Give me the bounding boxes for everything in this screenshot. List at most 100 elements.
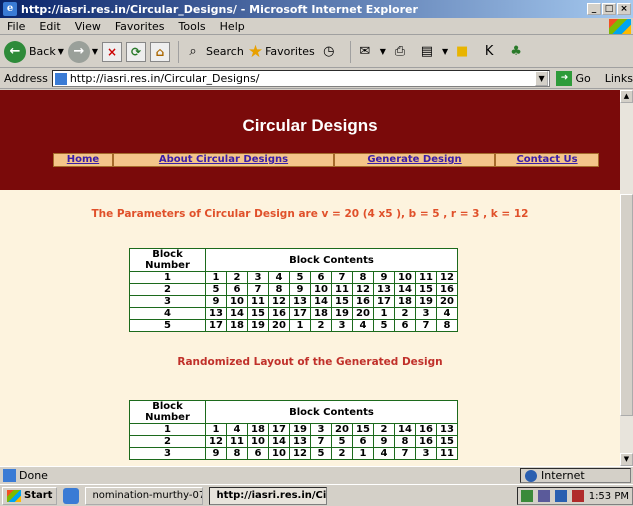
treatment-cell: 10 — [247, 435, 269, 448]
treatment-cell: 4 — [436, 307, 458, 320]
chevron-down-icon[interactable]: ▼ — [92, 47, 98, 56]
treatment-cell: 7 — [247, 283, 269, 296]
treatment-cell: 2 — [226, 271, 248, 284]
address-dropdown-button[interactable]: ▼ — [534, 71, 549, 86]
treatment-cell: 7 — [394, 447, 416, 460]
menu-file[interactable]: File — [0, 20, 32, 33]
window-title: http://iasri.res.in/Circular_Designs/ - … — [21, 2, 418, 16]
search-label: Search — [206, 45, 244, 58]
treatment-cell: 1 — [352, 447, 374, 460]
menu-edit[interactable]: Edit — [32, 20, 67, 33]
treatment-cell: 20 — [268, 319, 290, 332]
favorites-button[interactable]: ★ Favorites — [248, 42, 315, 62]
treatment-cell: 11 — [436, 447, 458, 460]
search-button[interactable]: ⌕ Search — [183, 43, 244, 61]
treatment-cell: 19 — [247, 319, 269, 332]
treatment-cell: 4 — [268, 271, 290, 284]
print-button[interactable]: ⎙ — [390, 43, 413, 61]
scroll-down-button[interactable]: ▼ — [620, 453, 633, 466]
scroll-thumb[interactable] — [620, 194, 633, 416]
randomized-layout-title: Randomized Layout of the Generated Desig… — [177, 356, 443, 368]
vertical-scrollbar[interactable]: ▲ ▼ — [620, 90, 633, 466]
treatment-cell: 20 — [436, 295, 458, 308]
go-label: Go — [575, 72, 591, 85]
tray-network-icon[interactable] — [520, 490, 533, 502]
history-button[interactable]: ◷ — [319, 43, 342, 61]
taskbar-item-ie[interactable]: http://iasri.res.in/Cir... — [209, 486, 328, 505]
treatment-cell: 7 — [415, 319, 437, 332]
close-button[interactable]: × — [617, 3, 631, 15]
block-number-cell: 5 — [129, 319, 206, 332]
treatment-cell: 6 — [247, 447, 269, 460]
minimize-button[interactable]: _ — [587, 3, 601, 15]
refresh-button[interactable]: ⟳ — [126, 41, 147, 62]
favorites-label: Favorites — [265, 45, 315, 58]
nav-generate[interactable]: Generate Design — [334, 153, 495, 167]
menu-view[interactable]: View — [68, 20, 108, 33]
edit-button[interactable]: ▤ ▼ — [417, 43, 448, 61]
treatment-cell: 1 — [205, 423, 227, 436]
tray-help-icon[interactable] — [554, 490, 567, 502]
treatment-cell: 13 — [373, 283, 395, 296]
treatment-cell: 7 — [310, 435, 332, 448]
treatment-cell: 1 — [289, 319, 311, 332]
back-button[interactable]: ← Back ▼ — [4, 40, 64, 63]
block-number-cell: 2 — [129, 435, 206, 448]
go-arrow-icon: ➜ — [556, 71, 573, 86]
menu-bar: File Edit View Favorites Tools Help — [0, 18, 633, 35]
treatment-cell: 19 — [415, 295, 437, 308]
quicklaunch-ie-icon[interactable] — [63, 487, 80, 504]
chevron-down-icon[interactable]: ▼ — [58, 47, 64, 56]
scroll-up-button[interactable]: ▲ — [620, 90, 633, 103]
maximize-button[interactable]: □ — [602, 3, 616, 15]
treatment-cell: 3 — [415, 307, 437, 320]
table-row: 1 1 4 18 17 19 3 20 15 2 14 16 13 — [129, 423, 458, 436]
nav-about[interactable]: About Circular Designs — [113, 153, 334, 167]
treatment-cell: 8 — [352, 271, 374, 284]
treatment-cell: 4 — [352, 319, 374, 332]
folder-button[interactable]: ■ — [452, 43, 475, 61]
treatment-cell: 12 — [289, 447, 311, 460]
header-block-contents: Block Contents — [205, 248, 458, 272]
forward-button[interactable]: → ▼ — [67, 40, 98, 63]
treatment-cell: 18 — [247, 423, 269, 436]
treatment-cell: 15 — [415, 283, 437, 296]
nav-contact[interactable]: Contact Us — [495, 153, 599, 167]
treatment-cell: 19 — [331, 307, 353, 320]
home-button[interactable]: ⌂ — [150, 41, 171, 62]
mail-button[interactable]: ✉ ▼ — [355, 43, 386, 61]
page-favicon-icon — [54, 72, 67, 85]
treatment-cell: 9 — [373, 271, 395, 284]
treatment-cell: 2 — [310, 319, 332, 332]
treatment-cell: 5 — [310, 447, 332, 460]
title-bar: e http://iasri.res.in/Circular_Designs/ … — [0, 0, 633, 18]
tray-antivirus-icon[interactable] — [571, 490, 584, 502]
treatment-cell: 14 — [310, 295, 332, 308]
page-banner: Circular Designs Home About Circular Des… — [0, 90, 620, 190]
treatment-cell: 7 — [331, 271, 353, 284]
forward-arrow-icon: → — [67, 40, 90, 63]
menu-favorites[interactable]: Favorites — [108, 20, 172, 33]
stop-button[interactable]: × — [102, 41, 123, 62]
menu-tools[interactable]: Tools — [172, 20, 213, 33]
treatment-cell: 5 — [373, 319, 395, 332]
menu-help[interactable]: Help — [213, 20, 252, 33]
chevron-down-icon[interactable]: ▼ — [442, 47, 448, 56]
links-button[interactable]: Links — [605, 72, 633, 85]
chevron-down-icon[interactable]: ▼ — [380, 47, 386, 56]
treatment-cell: 10 — [310, 283, 332, 296]
nav-home[interactable]: Home — [53, 153, 113, 167]
search-icon: ⌕ — [189, 44, 197, 59]
go-button[interactable]: ➜ Go — [556, 71, 591, 86]
people-button[interactable]: ♣ — [506, 43, 529, 61]
start-button[interactable]: Start — [2, 486, 58, 505]
treatment-cell: 14 — [226, 307, 248, 320]
messenger-button[interactable]: K — [479, 43, 502, 61]
table-row: 3 9 8 6 10 12 5 2 1 4 7 3 11 — [129, 447, 458, 460]
table-row: 2 12 11 10 14 13 7 5 6 9 8 16 15 — [129, 435, 458, 448]
address-input[interactable]: http://iasri.res.in/Circular_Designs/ — [51, 70, 550, 87]
treatment-cell: 5 — [331, 435, 353, 448]
taskbar-item-word[interactable]: nomination-murthy-07 - ... — [85, 486, 204, 505]
edit-page-icon: ▤ — [420, 44, 434, 59]
tray-volume-icon[interactable] — [537, 490, 550, 502]
